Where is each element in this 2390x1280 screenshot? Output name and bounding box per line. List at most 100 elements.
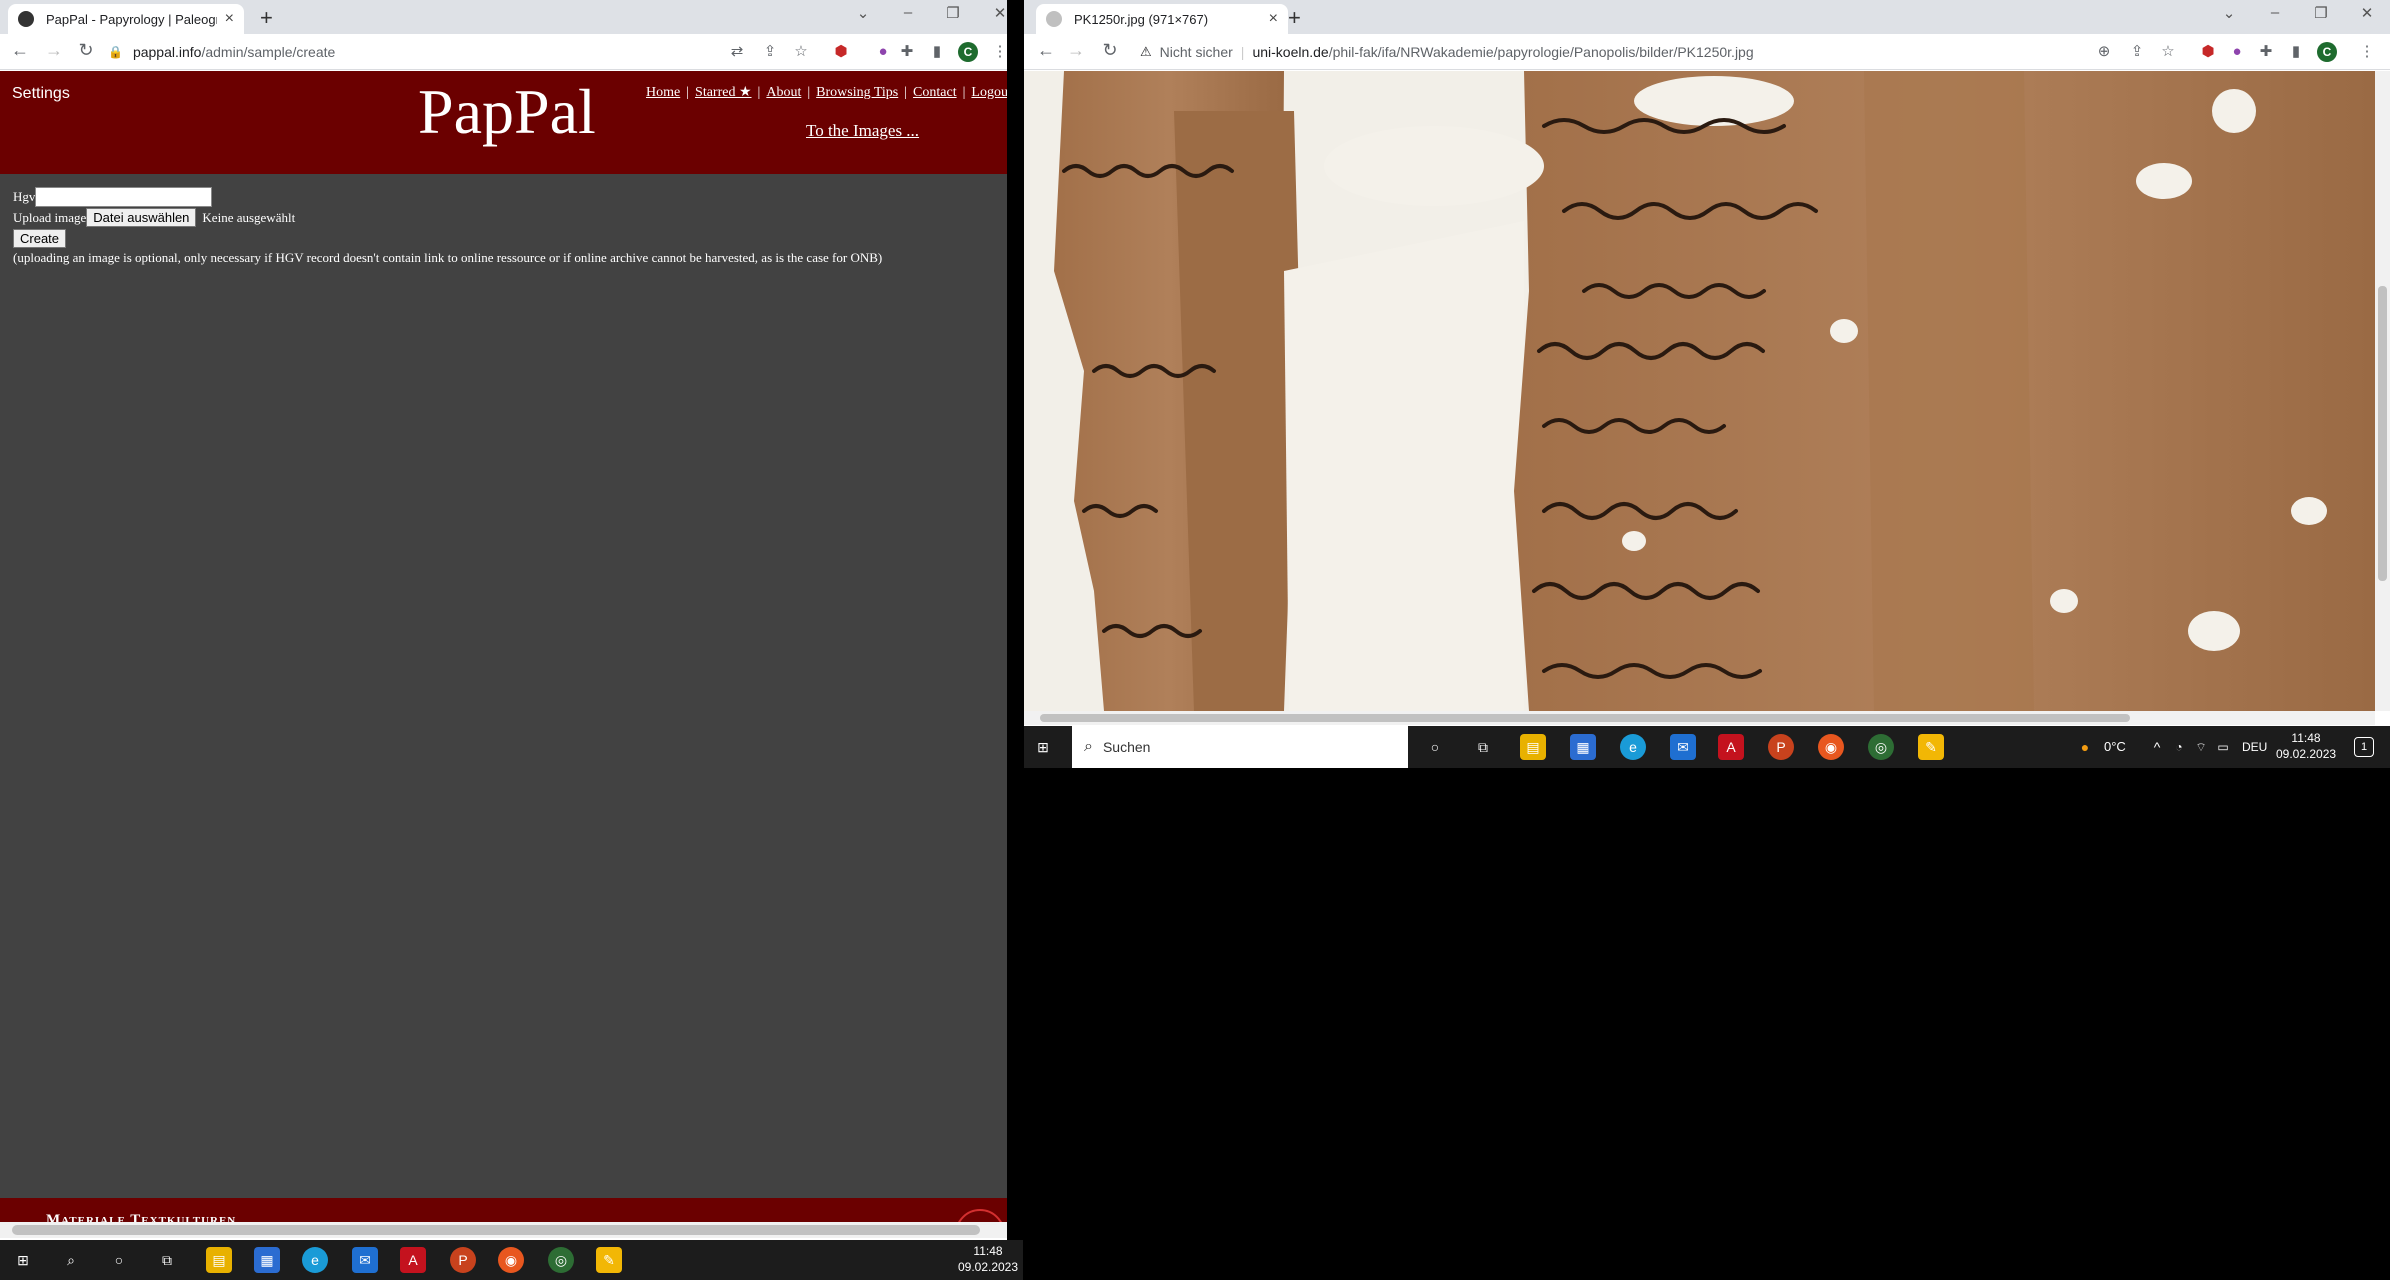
hgv-row: Hgv — [13, 187, 213, 207]
file-explorer-icon[interactable]: ▤ — [1520, 734, 1546, 760]
powerpoint-icon[interactable]: P — [450, 1247, 476, 1273]
store-icon[interactable]: ▦ — [1570, 734, 1596, 760]
reload-icon[interactable]: ↻ — [74, 40, 98, 61]
papyrus-image[interactable] — [1024, 71, 2375, 711]
acrobat-icon[interactable]: A — [1718, 734, 1744, 760]
share-icon[interactable]: ⇪ — [2127, 42, 2147, 62]
hgv-input[interactable] — [35, 187, 213, 207]
task-view-icon[interactable]: ⧉ — [154, 1247, 180, 1273]
back-icon[interactable]: ← — [8, 40, 32, 61]
upload-note: (uploading an image is optional, only ne… — [13, 250, 883, 265]
tab-pappal[interactable]: PapPal - Papyrology | Paleograph × — [8, 4, 244, 34]
nav-home[interactable]: Home — [646, 85, 680, 100]
profile-avatar[interactable]: C — [958, 42, 978, 62]
nav-about[interactable]: About — [766, 85, 801, 100]
minimize-icon[interactable]: – — [2260, 4, 2290, 21]
taskbar-search[interactable]: ⌕ Suchen — [1072, 726, 1408, 768]
pappal-logo[interactable]: PapPal — [418, 75, 596, 149]
store-icon[interactable]: ▦ — [254, 1247, 280, 1273]
extensions-puzzle-icon[interactable]: ✚ — [2256, 42, 2276, 62]
close-tab-icon[interactable]: × — [225, 10, 234, 28]
new-tab-button[interactable]: + — [1288, 5, 1301, 31]
forward-icon[interactable]: → — [42, 40, 66, 61]
restore-icon[interactable]: ❐ — [2306, 4, 2336, 22]
create-button[interactable]: Create — [13, 229, 67, 248]
reload-icon[interactable]: ↻ — [1098, 40, 1122, 61]
minimize-icon[interactable]: – — [893, 4, 923, 21]
zoom-icon[interactable]: ⊕ — [2094, 42, 2114, 62]
share-icon[interactable]: ⇪ — [760, 42, 780, 62]
chrome-icon[interactable]: ◎ — [1868, 734, 1894, 760]
forward-icon[interactable]: → — [1064, 40, 1088, 61]
notification-center-icon[interactable]: 1 — [2354, 737, 2374, 757]
firefox-icon[interactable]: ◉ — [498, 1247, 524, 1273]
lock-icon: 🔒 — [108, 45, 123, 59]
nav-starred[interactable]: Starred ★ — [695, 85, 751, 100]
chrome-icon[interactable]: ◎ — [548, 1247, 574, 1273]
horizontal-scrollbar[interactable] — [1024, 711, 2375, 725]
notes-app-icon[interactable]: ✎ — [1918, 734, 1944, 760]
profile-avatar[interactable]: C — [2317, 42, 2337, 62]
mail-icon[interactable]: ✉ — [352, 1247, 378, 1273]
weather-icon[interactable]: ● — [2072, 734, 2098, 760]
side-panel-icon[interactable]: ▮ — [927, 42, 947, 62]
edge-icon[interactable]: e — [302, 1247, 328, 1273]
menu-kebab-icon[interactable]: ⋮ — [2357, 42, 2377, 62]
input-language[interactable]: DEU — [2242, 740, 2267, 754]
cortana-icon[interactable]: ○ — [1422, 734, 1448, 760]
left-browser-window: PapPal - Papyrology | Paleograph × + ⌄ –… — [0, 0, 1007, 1280]
bookmark-star-icon[interactable]: ☆ — [791, 42, 811, 62]
nav-browsing-tips[interactable]: Browsing Tips — [816, 85, 898, 100]
cortana-icon[interactable]: ○ — [106, 1247, 132, 1273]
file-explorer-icon[interactable]: ▤ — [206, 1247, 232, 1273]
clock[interactable]: 11:48 09.02.2023 — [956, 1243, 1020, 1275]
task-view-icon[interactable]: ⧉ — [1470, 734, 1496, 760]
tab-search-icon[interactable]: ⌄ — [2214, 4, 2244, 22]
horizontal-scrollbar[interactable] — [0, 1222, 1007, 1238]
address-bar[interactable]: 🔒 pappal.info /admin/sample/create — [108, 38, 708, 66]
scrollbar-thumb[interactable] — [1040, 714, 2130, 722]
extension-icon[interactable]: ● — [873, 42, 893, 62]
vertical-scrollbar[interactable] — [2375, 71, 2390, 711]
address-bar[interactable]: ⚠ Nicht sicher | uni-koeln.de /phil-fak/… — [1140, 38, 2040, 66]
create-row: Create — [13, 229, 67, 248]
restore-icon[interactable]: ❐ — [938, 4, 968, 22]
extension-icon[interactable]: ● — [2227, 42, 2247, 62]
back-icon[interactable]: ← — [1034, 40, 1058, 61]
close-tab-icon[interactable]: × — [1269, 10, 1278, 28]
mail-icon[interactable]: ✉ — [1670, 734, 1696, 760]
choose-file-button[interactable]: Datei auswählen — [86, 208, 197, 227]
browser-toolbar: ← → ↻ ⚠ Nicht sicher | uni-koeln.de /phi… — [1024, 34, 2390, 70]
powerpoint-icon[interactable]: P — [1768, 734, 1794, 760]
windows-start-icon[interactable]: ⊞ — [10, 1247, 36, 1273]
extensions-puzzle-icon[interactable]: ✚ — [897, 42, 917, 62]
firefox-icon[interactable]: ◉ — [1818, 734, 1844, 760]
bookmark-star-icon[interactable]: ☆ — [2158, 42, 2178, 62]
acrobat-icon[interactable]: A — [400, 1247, 426, 1273]
clock[interactable]: 11:48 09.02.2023 — [2276, 730, 2336, 762]
new-tab-button[interactable]: + — [260, 5, 273, 31]
taskbar-left: ⊞ ⌕ ○ ⧉ ▤ ▦ e ✉ A P ◉ ◎ ✎ 11:48 09.02.20… — [0, 1240, 1023, 1280]
tab-image[interactable]: PK1250r.jpg (971×767) × — [1036, 4, 1288, 34]
nav-logout[interactable]: Logou — [971, 85, 1007, 100]
close-window-icon[interactable]: ✕ — [985, 4, 1007, 22]
clock-time: 11:48 — [973, 1244, 1003, 1258]
to-images-link[interactable]: To the Images ... — [806, 121, 919, 141]
side-panel-icon[interactable]: ▮ — [2286, 42, 2306, 62]
notes-app-icon[interactable]: ✎ — [596, 1247, 622, 1273]
windows-start-icon[interactable]: ⊞ — [1030, 734, 1056, 760]
close-window-icon[interactable]: ✕ — [2352, 4, 2382, 22]
translate-icon[interactable]: ⇄ — [727, 42, 747, 62]
extension-icon[interactable]: ⬢ — [831, 42, 851, 62]
edge-icon[interactable]: e — [1620, 734, 1646, 760]
scrollbar-thumb[interactable] — [2378, 286, 2387, 581]
scrollbar-thumb[interactable] — [12, 1225, 980, 1235]
extension-icon[interactable]: ⬢ — [2198, 42, 2218, 62]
temperature[interactable]: 0°C — [2104, 739, 2126, 754]
menu-kebab-icon[interactable]: ⋮ — [990, 42, 1008, 62]
tab-search-icon[interactable]: ⌄ — [848, 4, 878, 22]
search-icon[interactable]: ⌕ — [58, 1247, 84, 1273]
settings-link[interactable]: Settings — [12, 85, 70, 103]
battery-icon[interactable]: ▭ — [2210, 734, 2236, 760]
nav-contact[interactable]: Contact — [913, 85, 957, 100]
